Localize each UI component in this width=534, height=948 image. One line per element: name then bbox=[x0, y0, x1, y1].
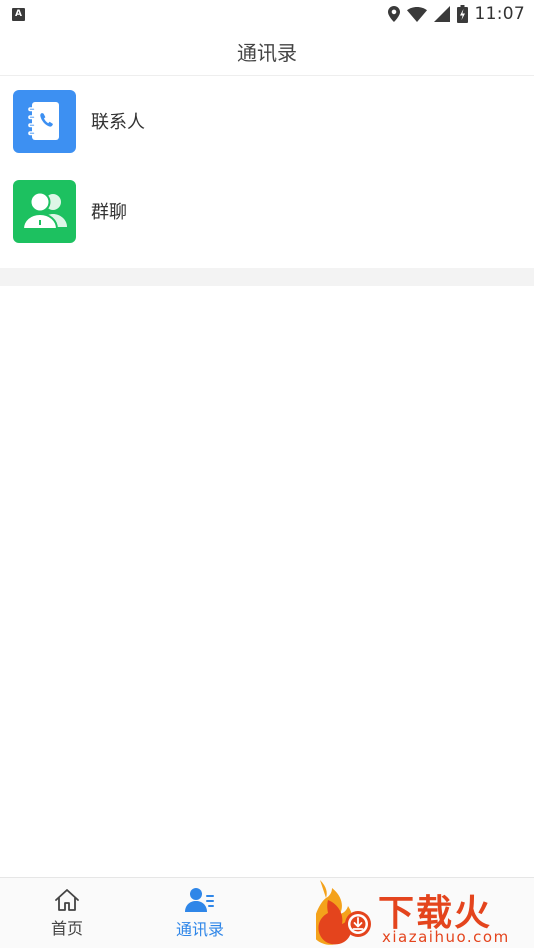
list-item-group-chat[interactable]: 群聊 bbox=[0, 166, 534, 256]
nav-item-contacts[interactable]: 通讯录 bbox=[155, 878, 245, 948]
home-icon bbox=[55, 888, 79, 911]
contacts-list: 联系人 群聊 bbox=[0, 76, 534, 256]
list-item-label: 群聊 bbox=[91, 202, 127, 223]
nav-label-home: 首页 bbox=[50, 918, 83, 938]
status-bar: A 11:07 bbox=[0, 0, 534, 28]
contacts-icon bbox=[185, 887, 214, 912]
signal-icon bbox=[433, 6, 450, 22]
contact-book-icon bbox=[13, 89, 76, 153]
list-item-contacts[interactable]: 联系人 bbox=[0, 76, 534, 166]
watermark: 下载火 xiazaihuo.com bbox=[316, 878, 534, 948]
status-time: 11:07 bbox=[474, 4, 525, 24]
status-right: 11:07 bbox=[387, 4, 526, 24]
title-bar: 通讯录 bbox=[0, 28, 534, 76]
battery-charging-icon bbox=[456, 5, 468, 23]
location-icon bbox=[387, 6, 400, 22]
group-chat-icon bbox=[13, 179, 76, 243]
flame-logo-icon bbox=[316, 880, 371, 945]
wifi-icon bbox=[406, 6, 427, 22]
list-item-label: 联系人 bbox=[91, 112, 145, 133]
nav-label-contacts: 通讯录 bbox=[175, 919, 224, 939]
section-divider bbox=[0, 268, 534, 286]
status-left: A bbox=[12, 7, 25, 21]
page-title: 通讯录 bbox=[237, 41, 297, 65]
watermark-url: xiazaihuo.com bbox=[382, 928, 510, 946]
notification-badge-icon: A bbox=[12, 7, 25, 21]
nav-item-home[interactable]: 首页 bbox=[22, 878, 112, 948]
